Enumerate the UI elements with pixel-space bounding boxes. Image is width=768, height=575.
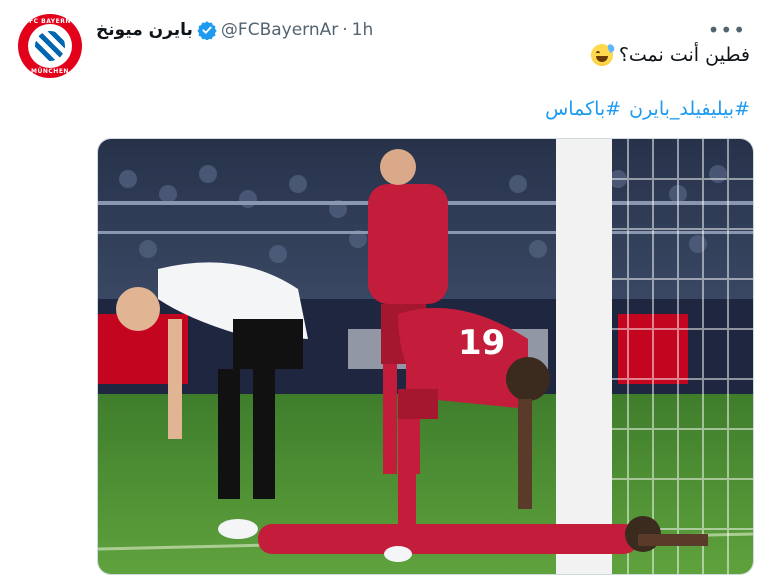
- avatar[interactable]: FC BAYERN MÜNCHEN: [18, 14, 82, 78]
- separator-dot: ·: [342, 20, 348, 40]
- hashtag-list: #بيليفيلد_بايرن #باكماس: [537, 98, 750, 120]
- avatar-logo-text-top: FC BAYERN: [29, 18, 71, 25]
- tweet-photo[interactable]: 19: [97, 138, 754, 575]
- tweet-body: فطين أنت نمت؟: [590, 43, 750, 66]
- more-options-icon[interactable]: •••: [708, 20, 746, 40]
- display-name[interactable]: بايرن ميونخ: [96, 20, 193, 40]
- verified-badge-icon: [197, 21, 217, 40]
- photo-player-number: 19: [458, 323, 505, 363]
- grinning-sweat-emoji-icon: [590, 43, 616, 66]
- hashtag-link[interactable]: #بيليفيلد_بايرن: [629, 98, 750, 120]
- logo-diamond-pattern: [35, 31, 65, 61]
- hashtag-link[interactable]: #باكماس: [545, 98, 621, 120]
- football-photo: 19: [98, 139, 753, 574]
- tweet-time[interactable]: 1h: [352, 20, 374, 40]
- tweet-text: فطين أنت نمت؟: [618, 44, 750, 66]
- user-handle[interactable]: @FCBayernAr: [221, 20, 338, 40]
- fc-bayern-logo-icon: [28, 24, 72, 68]
- avatar-logo-text-bottom: MÜNCHEN: [31, 68, 69, 75]
- tweet-header: 1h · @FCBayernAr بايرن ميونخ: [92, 16, 708, 44]
